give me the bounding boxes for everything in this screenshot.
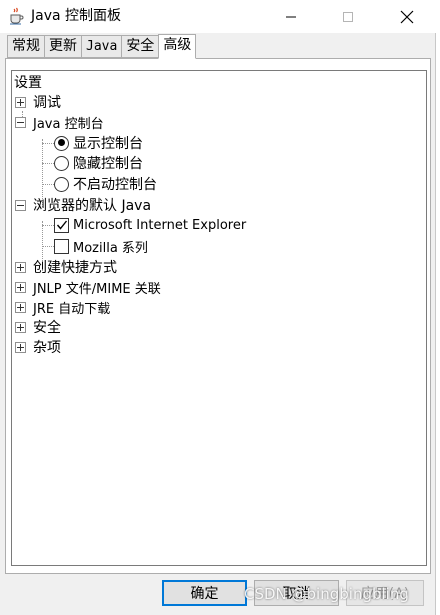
minimize-button[interactable] (268, 0, 314, 33)
radio-icon[interactable] (54, 176, 69, 192)
radio-label: 隐藏控制台 (73, 156, 143, 172)
tree-root-label: 设置 (14, 75, 42, 91)
tab-security[interactable]: 安全 (121, 35, 159, 58)
checkbox-checked-icon[interactable] (54, 217, 69, 233)
expand-icon[interactable] (15, 261, 26, 273)
maximize-button (325, 0, 371, 33)
tree-root: 设置 (14, 72, 42, 92)
tree-node-jre-auto-download[interactable]: JRE 自动下载 (15, 297, 110, 317)
tree-node-label: JNLP 文件/MIME 关联 (33, 281, 161, 297)
tree-node-label: 调试 (33, 95, 61, 111)
radio-selected-icon[interactable] (54, 135, 69, 151)
tab-advanced[interactable]: 高级 (158, 34, 197, 59)
advanced-panel: 设置 调试 Java 控制台 显示控制台 隐藏控制台 不启动控制台 浏览器的默认… (5, 58, 431, 574)
tree-node-label: JRE 自动下载 (33, 301, 111, 317)
tree-node-shortcut[interactable]: 创建快捷方式 (15, 257, 117, 277)
minimize-icon (286, 16, 296, 17)
window-title: Java 控制面板 (31, 8, 122, 24)
expand-icon[interactable] (15, 321, 26, 333)
window-edge (436, 0, 440, 615)
radio-icon[interactable] (54, 155, 69, 171)
tab-general[interactable]: 常规 (7, 35, 44, 58)
tree-node-label: Java 控制台 (33, 116, 104, 132)
tree-node-label: 创建快捷方式 (33, 260, 117, 276)
tab-bar: 常规 更新 Java 安全 高级 (7, 34, 197, 59)
tree-connector (42, 143, 54, 144)
radio-label: 不启动控制台 (73, 177, 157, 193)
java-coffee-icon (10, 7, 24, 25)
checkmark-icon (56, 220, 67, 230)
expand-icon[interactable] (15, 341, 26, 353)
tab-update[interactable]: 更新 (44, 35, 81, 58)
close-button[interactable] (384, 0, 430, 33)
tree-connector (42, 163, 54, 164)
java-control-panel-window: Java 控制面板 常规 更新 Java 安全 高级 设置 调试 Java 控制… (0, 0, 436, 615)
checkbox-mozilla[interactable]: Mozilla 系列 (54, 236, 148, 256)
expand-icon[interactable] (15, 96, 26, 108)
tree-node-security[interactable]: 安全 (15, 317, 61, 337)
tree-node-misc[interactable]: 杂项 (15, 337, 61, 357)
radio-no-console[interactable]: 不启动控制台 (54, 174, 157, 194)
expand-icon[interactable] (15, 301, 26, 313)
collapse-icon[interactable] (15, 199, 26, 211)
tab-java[interactable]: Java (81, 35, 122, 58)
tree-connector (42, 184, 54, 185)
radio-label: 显示控制台 (73, 136, 143, 152)
ok-button[interactable]: 确定 (162, 580, 247, 606)
close-icon (400, 10, 414, 23)
tree-node-label: 浏览器的默认 Java (33, 198, 152, 214)
collapse-icon[interactable] (15, 116, 26, 128)
watermark: CSDN @bingbingbling (244, 585, 409, 603)
tree-node-browser-default-java[interactable]: 浏览器的默认 Java (15, 195, 151, 215)
checkbox-label: Mozilla 系列 (73, 240, 148, 256)
radio-hide-console[interactable]: 隐藏控制台 (54, 153, 143, 173)
tree-connector (42, 225, 54, 226)
checkbox-icon[interactable] (54, 238, 69, 254)
tree-connector (42, 246, 54, 247)
checkbox-label: Microsoft Internet Explorer (73, 217, 247, 233)
maximize-icon (343, 11, 353, 22)
tree-node-label: 杂项 (33, 340, 61, 356)
expand-icon[interactable] (15, 281, 26, 293)
tree-node-java-console[interactable]: Java 控制台 (15, 112, 104, 132)
tree-node-jnlp[interactable]: JNLP 文件/MIME 关联 (15, 277, 161, 297)
radio-show-console[interactable]: 显示控制台 (54, 133, 143, 153)
checkbox-ie[interactable]: Microsoft Internet Explorer (54, 215, 246, 235)
tree-node-debug[interactable]: 调试 (15, 92, 61, 112)
settings-tree[interactable]: 设置 调试 Java 控制台 显示控制台 隐藏控制台 不启动控制台 浏览器的默认… (11, 70, 427, 566)
tree-node-label: 安全 (33, 320, 61, 336)
title-bar[interactable]: Java 控制面板 (0, 0, 436, 33)
